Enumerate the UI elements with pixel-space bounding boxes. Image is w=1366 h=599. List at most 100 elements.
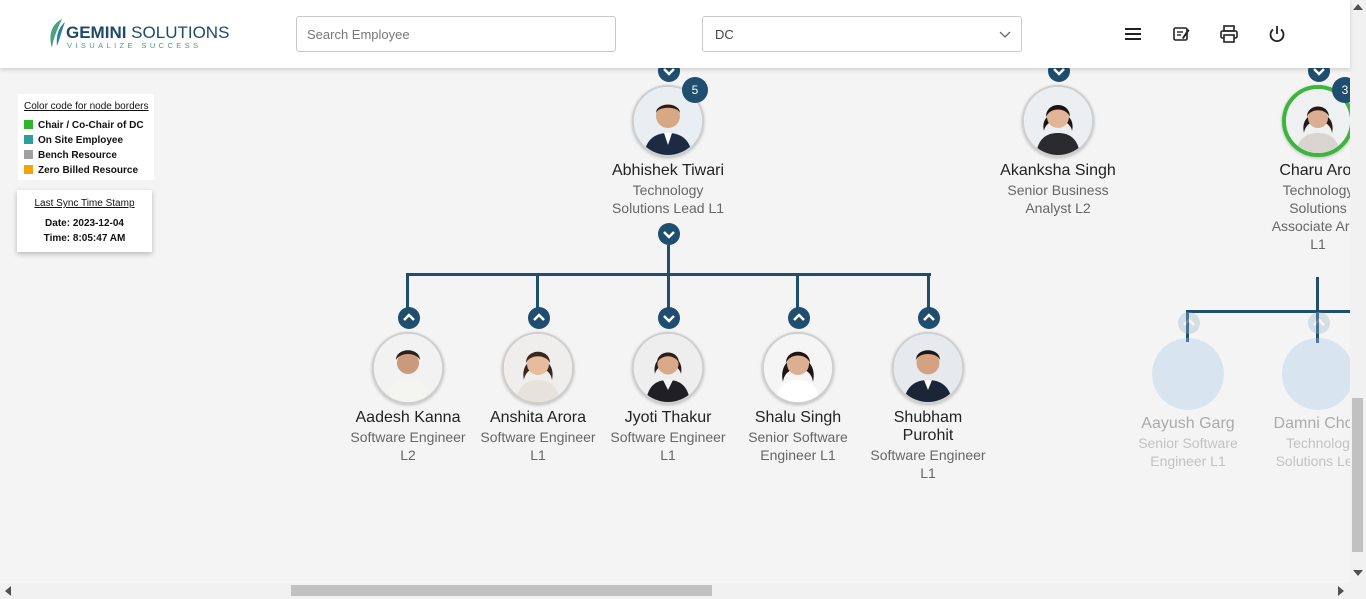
group-select[interactable]: DC [702, 16, 1022, 52]
employee-node[interactable]: Aayush Garg Senior Software Engineer L1 [1118, 338, 1258, 473]
sync-title: Last Sync Time Stamp [34, 198, 135, 209]
group-select-value: DC [715, 27, 734, 42]
employee-photo [374, 334, 442, 402]
connector-line [667, 273, 670, 311]
expand-toggle[interactable] [1308, 312, 1330, 334]
legend-swatch [24, 135, 33, 144]
employee-name: Charu Aror [1279, 162, 1350, 179]
scroll-up-arrow-icon[interactable] [1353, 4, 1363, 10]
employee-role: Solutions Lea [1275, 453, 1350, 469]
chevron-up-icon [793, 313, 805, 321]
avatar [632, 332, 704, 404]
power-icon[interactable] [1267, 24, 1287, 44]
connector-line [406, 273, 409, 311]
employee-node[interactable]: Akanksha Singh Senior Business Analyst L… [988, 85, 1128, 216]
employee-node[interactable]: Anshita Arora Software Engineer L1 [468, 332, 608, 467]
brand-rest: SOLUTIONS [126, 23, 230, 42]
legend-swatch [24, 120, 33, 129]
employee-role: Analyst L2 [1025, 200, 1091, 216]
chevron-down-icon [1313, 68, 1325, 76]
search-employee-input[interactable] [296, 16, 616, 52]
avatar [762, 332, 834, 404]
expand-toggle[interactable] [658, 307, 680, 329]
employee-role: Solutions Lead L1 [611, 200, 725, 216]
employee-photo [504, 334, 572, 402]
avatar [892, 332, 964, 404]
legend-item: Bench Resource [24, 150, 117, 161]
legend-item: Zero Billed Resource [24, 165, 138, 176]
employee-photo [764, 334, 832, 402]
employee-node[interactable]: Jyoti Thakur Software Engineer L1 [598, 332, 738, 467]
employee-photo [894, 334, 962, 402]
employee-role: L1 [660, 447, 676, 463]
employee-photo [634, 334, 702, 402]
chevron-up-icon [1313, 318, 1325, 326]
chevron-up-icon [923, 313, 935, 321]
employee-role: L1 [1310, 236, 1326, 252]
expand-toggle[interactable] [398, 307, 420, 329]
employee-role: L2 [400, 447, 416, 463]
employee-role: Associate Arch [1271, 218, 1350, 234]
employee-name: Jyoti Thakur [624, 409, 712, 426]
horizontal-scroll-thumb[interactable] [291, 585, 712, 596]
scroll-right-arrow-icon[interactable] [1338, 586, 1344, 596]
employee-role: Software Engineer [610, 429, 726, 445]
expand-parent-toggle[interactable] [1308, 68, 1330, 82]
employee-node[interactable]: Shubham Purohit Software Engineer L1 [858, 332, 998, 482]
chevron-down-icon [999, 31, 1011, 38]
last-sync-box: Last Sync Time Stamp Date: 2023-12-04 Ti… [17, 190, 152, 252]
expand-toggle[interactable] [788, 307, 810, 329]
gemini-logo[interactable]: GEMINI SOLUTIONS VISUALIZE SUCCESS [46, 18, 229, 52]
legend-title: Color code for node borders [24, 101, 149, 112]
legend-label: On Site Employee [38, 135, 124, 146]
employee-name-line2: Purohit [902, 427, 954, 444]
chevron-up-icon [1183, 318, 1195, 326]
legend-label: Chair / Co-Chair of DC [38, 120, 144, 131]
notes-icon[interactable] [1171, 24, 1191, 44]
employee-node[interactable]: Aadesh Kanna Software Engineer L2 [338, 332, 478, 467]
expand-toggle[interactable] [528, 307, 550, 329]
report-count-badge: 5 [682, 77, 708, 103]
leaf-logo-icon [50, 19, 65, 48]
scroll-left-arrow-icon[interactable] [5, 586, 11, 596]
sync-time: Time: 8:05:47 AM [43, 233, 126, 244]
legend-item: Chair / Co-Chair of DC [24, 120, 144, 131]
employee-name: Anshita Arora [489, 409, 587, 426]
expand-toggle[interactable] [1178, 312, 1200, 334]
employee-role: Software Engineer [870, 447, 986, 463]
sync-date: Date: 2023-12-04 [45, 218, 124, 229]
scroll-down-arrow-icon[interactable] [1353, 570, 1363, 576]
brand-bold: GEMINI [66, 23, 127, 42]
employee-role: Engineer L1 [1150, 453, 1226, 469]
legend-label: Zero Billed Resource [38, 165, 139, 176]
employee-role: Solutions [1289, 200, 1347, 216]
menu-icon[interactable] [1123, 24, 1143, 44]
collapse-children-toggle[interactable] [658, 223, 680, 245]
employee-role: Technolog [1286, 435, 1350, 451]
expand-parent-toggle[interactable] [658, 68, 680, 82]
expand-parent-toggle[interactable] [1048, 68, 1070, 82]
avatar [1282, 338, 1350, 410]
employee-node[interactable]: 3 Charu Aror Technology Solutions Associ… [1248, 77, 1350, 265]
legend-swatch [24, 150, 33, 159]
avatar [1022, 85, 1094, 157]
expand-toggle[interactable] [918, 307, 940, 329]
employee-node[interactable]: Shalu Singh Senior Software Engineer L1 [728, 332, 868, 467]
connector-line [927, 273, 930, 311]
employee-node[interactable]: 5 Abhishek Tiwari Technology Solutions L… [598, 77, 738, 245]
employee-role: L1 [530, 447, 546, 463]
top-header: GEMINI SOLUTIONS VISUALIZE SUCCESS DC [0, 0, 1350, 68]
employee-name: Shubham [893, 409, 963, 426]
legend-item: On Site Employee [24, 135, 123, 146]
connector-line [796, 273, 799, 311]
legend-swatch [24, 165, 33, 174]
vertical-scroll-thumb[interactable] [1352, 398, 1363, 552]
employee-node[interactable]: Damni Chop Technolog Solutions Lea [1248, 338, 1350, 473]
chevron-down-icon [663, 68, 675, 76]
employee-role: L1 [920, 465, 936, 481]
employee-role: Senior Software [748, 429, 848, 445]
employee-role: Technology [1282, 182, 1350, 198]
avatar [502, 332, 574, 404]
print-icon[interactable] [1219, 24, 1239, 44]
chevron-down-icon [663, 315, 675, 323]
